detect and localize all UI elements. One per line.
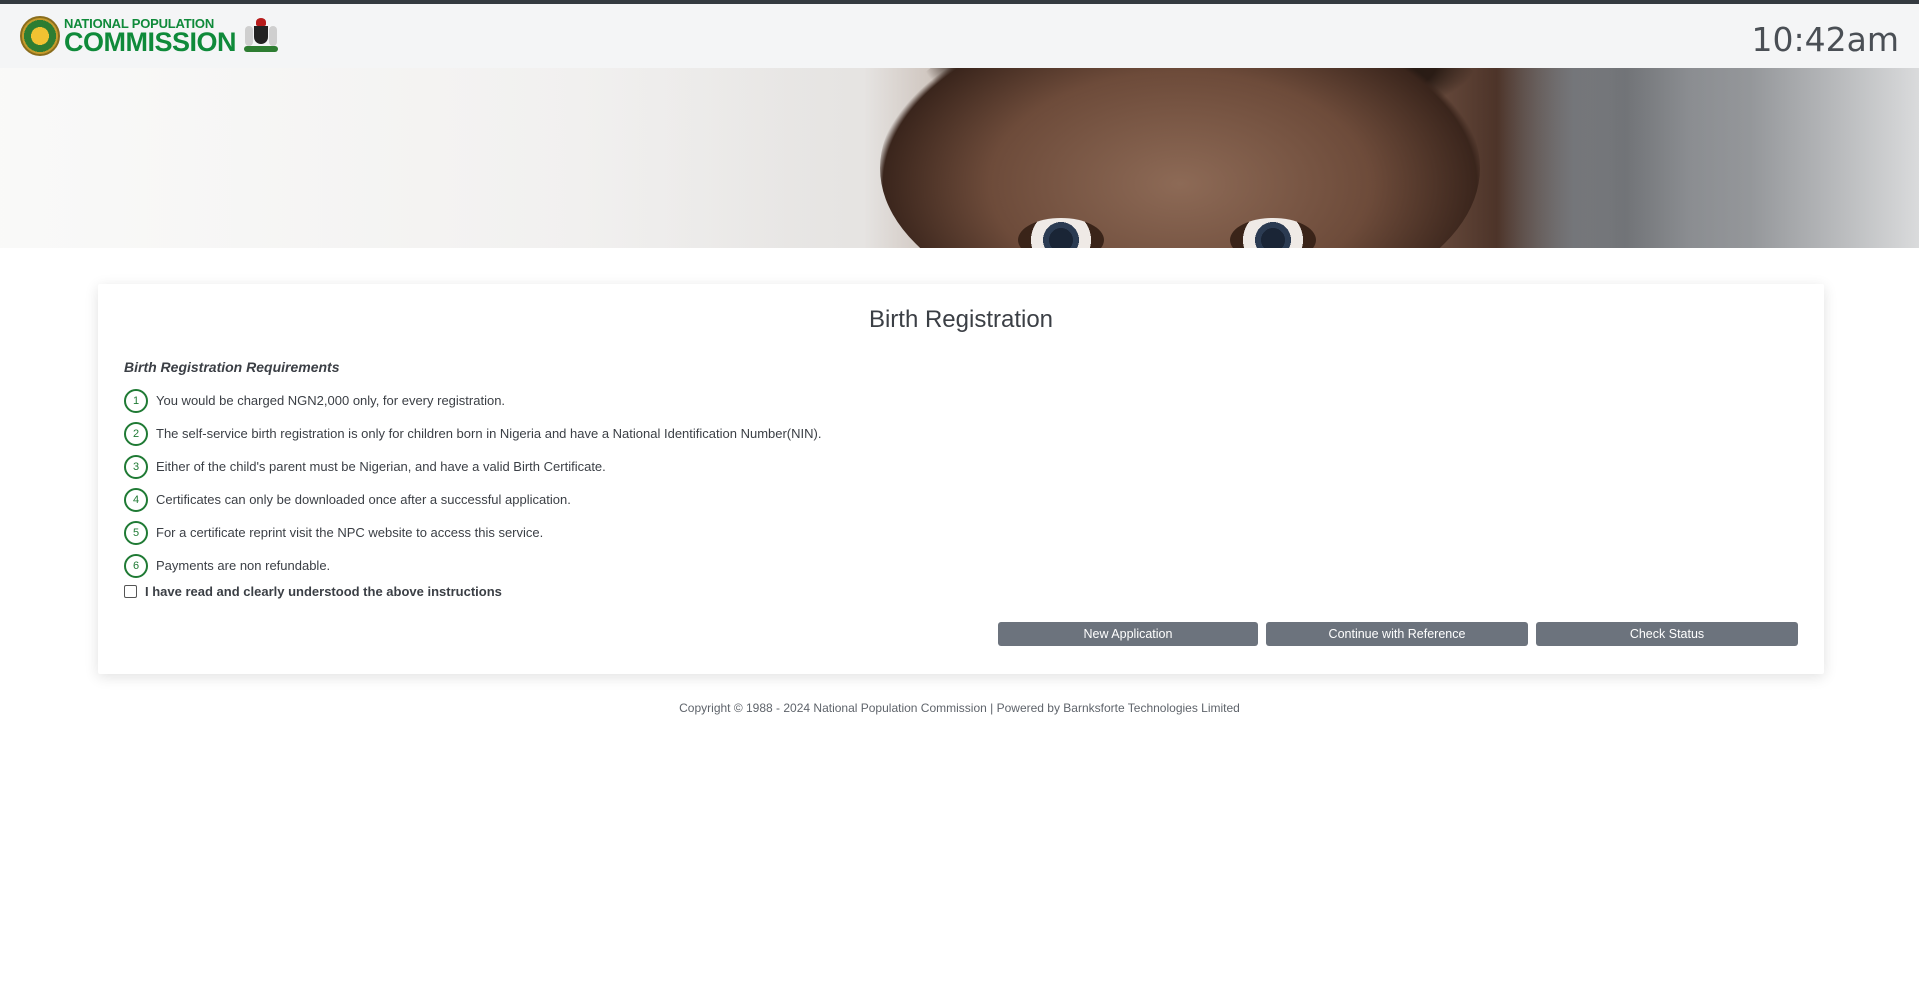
number-badge: 3 [124, 454, 148, 479]
registration-card: Birth Registration Birth Registration Re… [98, 284, 1824, 674]
requirement-text: Certificates can only be downloaded once… [156, 492, 571, 507]
requirements-heading: Birth Registration Requirements [124, 359, 340, 375]
requirement-text: Either of the child's parent must be Nig… [156, 459, 606, 474]
check-status-button[interactable]: Check Status [1536, 622, 1798, 646]
requirements-list: 1 You would be charged NGN2,000 only, fo… [124, 384, 821, 582]
agreement-label[interactable]: I have read and clearly understood the a… [145, 584, 502, 599]
continue-with-reference-button[interactable]: Continue with Reference [1266, 622, 1528, 646]
logo-wordmark: NATIONAL POPULATION COMMISSION [64, 17, 237, 57]
coat-of-arms-icon [242, 16, 280, 56]
list-item: 1 You would be charged NGN2,000 only, fo… [124, 384, 821, 417]
requirement-text: For a certificate reprint visit the NPC … [156, 525, 544, 540]
list-item: 2 The self-service birth registration is… [124, 417, 821, 450]
number-badge: 4 [124, 487, 148, 512]
requirement-text: You would be charged NGN2,000 only, for … [156, 393, 506, 408]
list-item: 3 Either of the child's parent must be N… [124, 450, 821, 483]
hero-banner-image [0, 68, 1919, 248]
agreement-row[interactable]: I have read and clearly understood the a… [124, 584, 502, 599]
npc-seal-icon [20, 16, 60, 56]
number-badge: 6 [124, 553, 148, 578]
list-item: 6 Payments are non refundable. [124, 549, 821, 582]
clock-time: 10:42am [1751, 20, 1899, 59]
number-badge: 2 [124, 421, 148, 446]
page-title: Birth Registration [868, 306, 1054, 333]
npc-logo[interactable]: NATIONAL POPULATION COMMISSION [20, 14, 280, 58]
new-application-button[interactable]: New Application [998, 622, 1258, 646]
list-item: 5 For a certificate reprint visit the NP… [124, 516, 821, 549]
requirement-text: Payments are non refundable. [156, 558, 331, 573]
requirement-text: The self-service birth registration is o… [156, 426, 822, 441]
number-badge: 5 [124, 520, 148, 545]
footer-copyright: Copyright © 1988 - 2024 National Populat… [679, 701, 1240, 715]
number-badge: 1 [124, 388, 148, 413]
site-header: NATIONAL POPULATION COMMISSION 10:42am [0, 4, 1919, 68]
logo-line2: COMMISSION [64, 26, 237, 57]
list-item: 4 Certificates can only be downloaded on… [124, 483, 821, 516]
agreement-checkbox[interactable] [124, 585, 137, 598]
